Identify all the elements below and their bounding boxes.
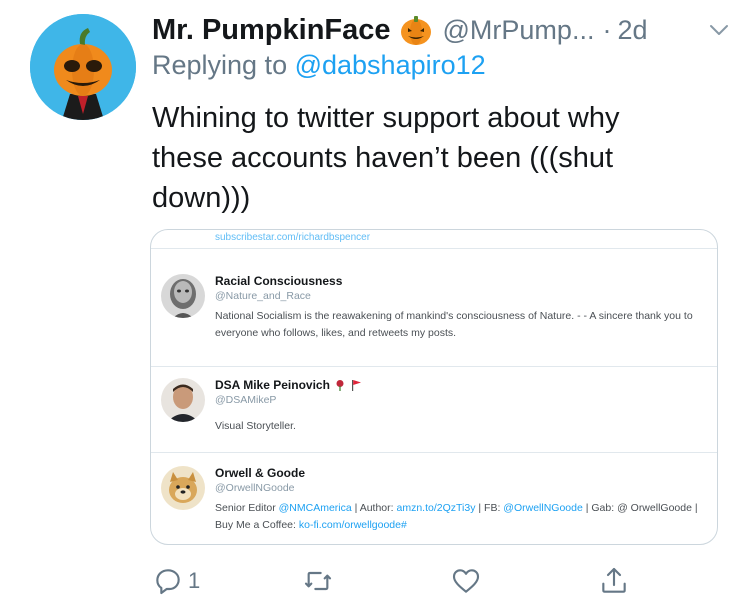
- bio-text: | FB:: [475, 502, 504, 514]
- author-display-name[interactable]: Mr. PumpkinFace: [152, 14, 391, 47]
- pumpkin-avatar-art: [30, 14, 136, 120]
- account-name: Orwell & Goode: [215, 466, 306, 480]
- account-row: Racial Consciousness @Nature_and_Race Na…: [161, 274, 711, 364]
- card-top-link: subscribestar.com/richardbspencer: [215, 232, 371, 243]
- reply-button[interactable]: 1: [152, 564, 200, 598]
- bio-link: ko-fi.com/orwellgoode#: [298, 519, 407, 531]
- rose-icon: [336, 380, 344, 391]
- replying-prefix: Replying to: [152, 50, 295, 80]
- account-row: Orwell & Goode @OrwellNGoode Senior Edit…: [161, 466, 711, 544]
- chevron-down-icon[interactable]: [706, 17, 732, 43]
- account-handle: @OrwellNGoode: [215, 482, 295, 494]
- author-avatar[interactable]: [30, 14, 136, 120]
- account-avatar: [161, 378, 205, 422]
- bio-link: amzn.to/2QzTi3y: [396, 502, 476, 514]
- share-button[interactable]: [598, 564, 630, 598]
- retweet-icon: [304, 571, 332, 591]
- share-icon: [602, 567, 626, 593]
- card-divider: [151, 248, 717, 249]
- account-bio: Visual Storyteller.: [215, 420, 296, 432]
- account-name: DSA Mike Peinovich: [215, 378, 362, 392]
- account-row: DSA Mike Peinovich @DSAMikeP Visual Stor…: [161, 378, 711, 468]
- card-divider: [151, 366, 717, 367]
- header-separator: ·: [602, 14, 612, 45]
- like-button[interactable]: [450, 564, 482, 598]
- attached-image[interactable]: subscribestar.com/richardbspencer Racial…: [150, 229, 718, 545]
- card-divider: [151, 452, 717, 453]
- account-handle: @DSAMikeP: [215, 394, 277, 406]
- heart-icon: [452, 569, 480, 593]
- tweet-text: Whining to twitter support about why the…: [152, 102, 620, 214]
- account-bio: Senior Editor @NMCAmerica | Author: amzn…: [215, 500, 711, 534]
- replying-to-line: Replying to @dabshapiro12: [152, 50, 486, 81]
- red-flag-icon: [351, 380, 361, 391]
- bio-mention: @NMCAmerica: [278, 502, 352, 514]
- reply-count: 1: [188, 568, 201, 593]
- reply-icon: [156, 569, 180, 595]
- account-handle: @Nature_and_Race: [215, 290, 311, 302]
- retweet-button[interactable]: [302, 564, 334, 598]
- account-avatar: [161, 466, 205, 510]
- bio-text: Senior Editor: [215, 502, 279, 514]
- account-avatar: [161, 274, 205, 318]
- tweet-age[interactable]: 2d: [617, 15, 647, 46]
- replying-to-mention[interactable]: @dabshapiro12: [295, 50, 486, 80]
- bio-text: | Author:: [351, 502, 397, 514]
- account-name-text: DSA Mike Peinovich: [215, 378, 330, 392]
- jack-o-lantern-icon: [399, 13, 433, 47]
- tweet-action-bar: 1: [0, 560, 750, 600]
- tweet-header: Mr. PumpkinFace @MrPump... · 2d: [152, 10, 742, 50]
- account-name: Racial Consciousness: [215, 274, 343, 288]
- author-handle[interactable]: @MrPump...: [443, 15, 595, 46]
- account-bio: National Socialism is the reawakening of…: [215, 310, 693, 339]
- bio-mention: @OrwellNGoode: [503, 502, 583, 514]
